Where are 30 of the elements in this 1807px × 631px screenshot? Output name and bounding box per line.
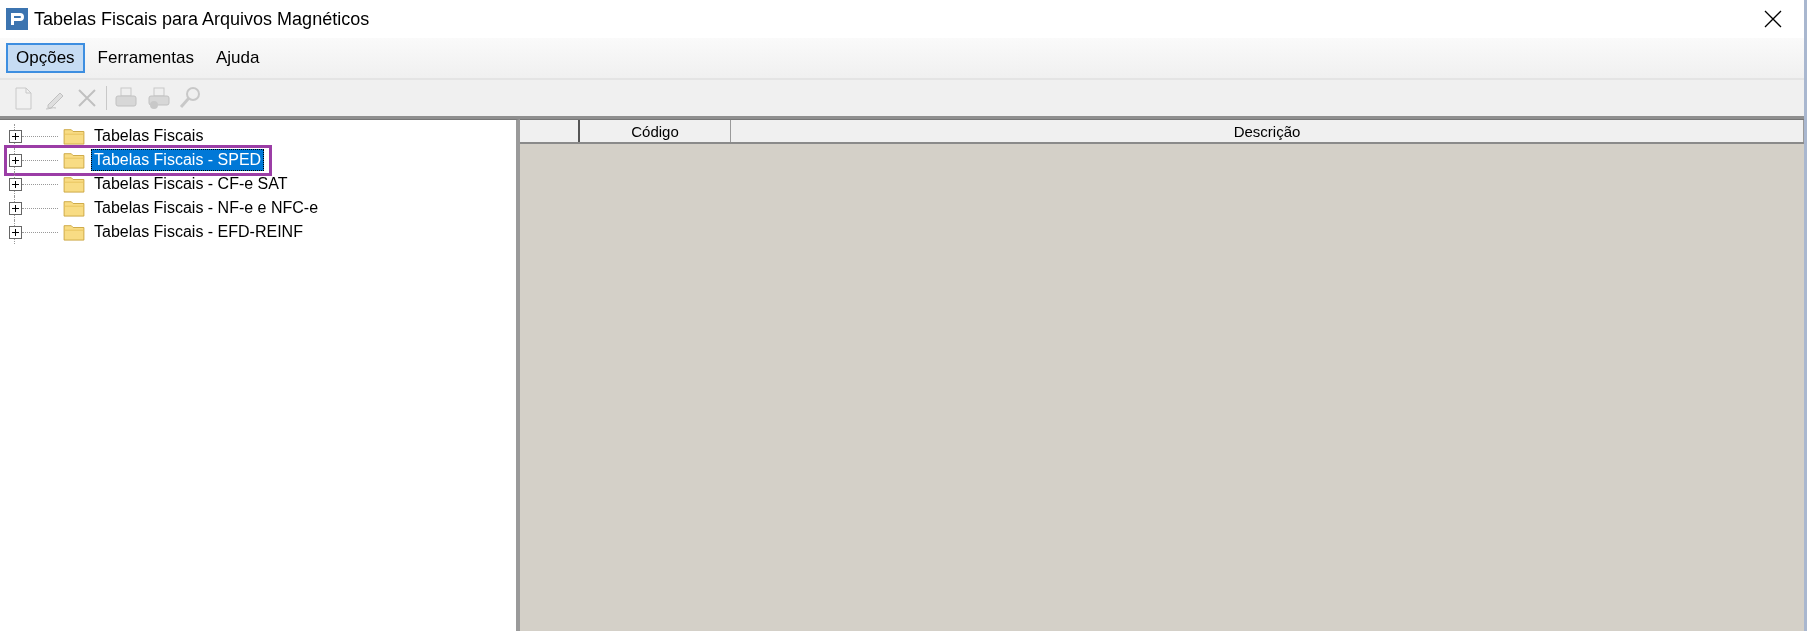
menu-item[interactable]: Opções bbox=[6, 43, 85, 73]
folder-icon bbox=[62, 199, 86, 217]
plus-icon bbox=[11, 155, 20, 165]
plus-icon bbox=[11, 179, 20, 189]
folder-icon bbox=[62, 127, 86, 145]
tree-item[interactable]: Tabelas Fiscais - NF-e e NFC-e bbox=[91, 197, 322, 219]
plus-icon bbox=[11, 227, 20, 237]
tree-item[interactable]: Tabelas Fiscais - CF-e SAT bbox=[91, 173, 291, 195]
plus-icon bbox=[11, 131, 20, 141]
expand-toggle[interactable] bbox=[9, 129, 22, 143]
close-icon bbox=[1764, 10, 1782, 28]
tree-item[interactable]: Tabelas Fiscais - SPED bbox=[91, 149, 265, 171]
column-header[interactable]: Descrição bbox=[731, 120, 1804, 142]
folder-icon bbox=[62, 223, 86, 241]
menu-item[interactable]: Ferramentas bbox=[88, 44, 203, 72]
folder-icon bbox=[62, 175, 86, 193]
search-icon bbox=[177, 85, 203, 111]
expand-toggle[interactable] bbox=[9, 225, 22, 239]
folder-icon bbox=[62, 151, 86, 169]
column-header[interactable]: Código bbox=[580, 120, 731, 142]
expand-toggle[interactable] bbox=[9, 177, 22, 191]
printer-gear-icon bbox=[145, 85, 171, 111]
menu-item[interactable]: Ajuda bbox=[206, 44, 269, 72]
plus-icon bbox=[11, 203, 20, 213]
app-icon bbox=[6, 8, 28, 30]
expand-toggle[interactable] bbox=[9, 153, 22, 167]
window-title: Tabelas Fiscais para Arquivos Magnéticos bbox=[34, 8, 371, 30]
tree-item[interactable]: Tabelas Fiscais - EFD-REINF bbox=[91, 221, 306, 243]
expand-toggle[interactable] bbox=[9, 201, 22, 215]
tree-item[interactable]: Tabelas Fiscais bbox=[91, 125, 207, 147]
